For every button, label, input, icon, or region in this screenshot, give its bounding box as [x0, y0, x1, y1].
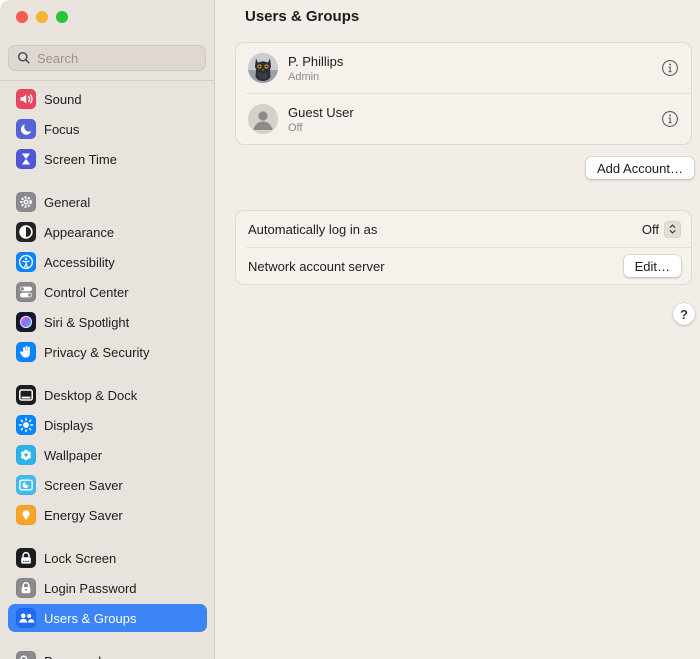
energy-saver-icon: [16, 505, 36, 525]
sidebar-item-appearance[interactable]: Appearance: [8, 218, 207, 246]
sidebar-item-users-groups[interactable]: Users & Groups: [8, 604, 207, 632]
sidebar-item-sound[interactable]: Sound: [8, 85, 207, 113]
system-settings-window: Sound Focus Screen Time General Appearance Ac…: [0, 0, 700, 659]
traffic-lights: [16, 11, 68, 23]
chevron-up-down-icon: [664, 220, 681, 238]
sidebar-item-energy-saver[interactable]: Energy Saver: [8, 501, 207, 529]
sidebar-item-label: General: [44, 194, 91, 210]
privacy-icon: [16, 342, 36, 362]
sidebar-item-label: Focus: [44, 121, 80, 137]
setting-row: Automatically log in as Off: [236, 211, 691, 247]
sidebar-item-label: Control Center: [44, 284, 129, 300]
sidebar-item-desktop-dock[interactable]: Desktop & Dock: [8, 381, 207, 409]
sidebar: Sound Focus Screen Time General Appearance Ac…: [0, 0, 215, 659]
sidebar-item-label: Wallpaper: [44, 447, 103, 463]
sidebar-group: General Appearance Accessibility Control Ce…: [8, 188, 207, 366]
search-input[interactable]: [8, 45, 206, 71]
sidebar-item-label: Siri & Spotlight: [44, 314, 130, 330]
user-name: P. Phillips: [288, 53, 344, 69]
setting-label: Automatically log in as: [248, 221, 378, 237]
zoom-window-button[interactable]: [56, 11, 68, 23]
siri-icon: [16, 312, 36, 332]
help-button[interactable]: ?: [673, 303, 695, 325]
sidebar-item-label: Passwords: [44, 654, 108, 659]
user-texts: Guest User Off: [288, 105, 651, 134]
popup-value: Off: [641, 221, 659, 237]
user-row[interactable]: Guest User Off: [236, 94, 691, 144]
sidebar-item-label: Desktop & Dock: [44, 387, 138, 403]
sidebar-item-label: Login Password: [44, 580, 137, 596]
sidebar-item-label: Appearance: [44, 224, 115, 240]
sidebar-item-screen-time[interactable]: Screen Time: [8, 145, 207, 173]
control-center-icon: [16, 282, 36, 302]
setting-row: Network account server Edit…: [236, 248, 691, 284]
user-name: Guest User: [288, 104, 354, 120]
sidebar-group: Sound Focus Screen Time: [8, 85, 207, 173]
user-texts: P. Phillips Admin: [288, 54, 651, 83]
page-title: Users & Groups: [245, 8, 360, 25]
users-groups-icon: [16, 608, 36, 628]
sidebar-item-label: Screen Saver: [44, 477, 123, 493]
main-panel: Users & Groups P. Phillips Admin Guest Use…: [215, 0, 700, 659]
sidebar-item-privacy-security[interactable]: Privacy & Security: [8, 338, 207, 366]
sidebar-divider: [0, 80, 214, 81]
passwords-icon: [16, 651, 36, 659]
sidebar-nav: Sound Focus Screen Time General Appearance Ac…: [8, 85, 207, 659]
info-icon[interactable]: [661, 110, 679, 128]
sidebar-item-general[interactable]: General: [8, 188, 207, 216]
setting-label: Network account server: [248, 258, 385, 274]
add-account-button[interactable]: Add Account…: [586, 157, 694, 179]
sound-icon: [16, 89, 36, 109]
sidebar-item-label: Energy Saver: [44, 507, 123, 523]
sidebar-item-label: Screen Time: [44, 151, 117, 167]
user-row[interactable]: P. Phillips Admin: [236, 43, 691, 93]
desktop-dock-icon: [16, 385, 36, 405]
sidebar-item-screen-saver[interactable]: Screen Saver: [8, 471, 207, 499]
wallpaper-icon: [16, 445, 36, 465]
sidebar-item-label: Users & Groups: [44, 610, 137, 626]
sidebar-group: Desktop & Dock Displays Wallpaper Screen Sa…: [8, 381, 207, 529]
sidebar-item-label: Accessibility: [44, 254, 115, 270]
login-password-icon: [16, 578, 36, 598]
sidebar-item-label: Lock Screen: [44, 550, 117, 566]
sidebar-item-accessibility[interactable]: Accessibility: [8, 248, 207, 276]
minimize-window-button[interactable]: [36, 11, 48, 23]
displays-icon: [16, 415, 36, 435]
appearance-icon: [16, 222, 36, 242]
search-field: [8, 45, 206, 71]
edit-button[interactable]: Edit…: [623, 255, 681, 277]
sidebar-item-siri-spotlight[interactable]: Siri & Spotlight: [8, 308, 207, 336]
login-settings-card: Automatically log in as Off Network accoun…: [235, 210, 692, 285]
user-detail: Admin: [288, 70, 320, 83]
guest-avatar: [248, 104, 278, 134]
sidebar-item-focus[interactable]: Focus: [8, 115, 207, 143]
sidebar-group: Passwords: [8, 647, 207, 659]
sidebar-item-passwords[interactable]: Passwords: [8, 647, 207, 659]
accessibility-icon: [16, 252, 36, 272]
sidebar-item-control-center[interactable]: Control Center: [8, 278, 207, 306]
focus-icon: [16, 119, 36, 139]
sidebar-item-label: Privacy & Security: [44, 344, 150, 360]
sidebar-item-label: Sound: [44, 91, 82, 107]
sidebar-item-lock-screen[interactable]: Lock Screen: [8, 544, 207, 572]
sidebar-item-displays[interactable]: Displays: [8, 411, 207, 439]
user-detail: Off: [288, 121, 303, 134]
lock-screen-icon: [16, 548, 36, 568]
sidebar-item-wallpaper[interactable]: Wallpaper: [8, 441, 207, 469]
close-window-button[interactable]: [16, 11, 28, 23]
automatic-login-popup[interactable]: Off: [641, 220, 681, 238]
sidebar-item-label: Displays: [44, 417, 94, 433]
info-icon[interactable]: [661, 59, 679, 77]
owl-avatar: [248, 53, 278, 83]
user-list-card: P. Phillips Admin Guest User Off: [235, 42, 692, 145]
sidebar-item-login-password[interactable]: Login Password: [8, 574, 207, 602]
sidebar-group: Lock Screen Login Password Users & Groups: [8, 544, 207, 632]
screen-time-icon: [16, 149, 36, 169]
screen-saver-icon: [16, 475, 36, 495]
general-icon: [16, 192, 36, 212]
